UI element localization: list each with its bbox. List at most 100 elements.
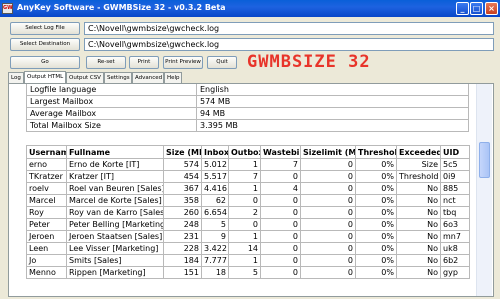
table-cell: Rippen [Marketing] — [66, 266, 164, 279]
table-cell: 0 — [260, 218, 301, 231]
print-button[interactable]: Print — [129, 56, 159, 69]
table-cell: Marcel de Korte [Sales] — [66, 194, 164, 207]
table-cell: 4 — [260, 182, 301, 195]
table-cell: 184 — [163, 254, 202, 267]
table-cell: 0 — [300, 218, 356, 231]
table-cell: Roel van Beuren [Sales] — [66, 182, 164, 195]
table-cell: Menno — [26, 266, 67, 279]
table-cell: 5 — [201, 218, 229, 231]
table-cell: 358 — [163, 194, 202, 207]
summary-value: 94 MB — [196, 107, 469, 120]
column-header[interactable]: Fullname — [66, 145, 164, 159]
column-header[interactable]: Username — [26, 145, 67, 159]
table-cell: Roy — [26, 206, 67, 219]
summary-table: Logfile language English Largest Mailbox… — [26, 84, 469, 132]
table-cell: uk8 — [440, 242, 470, 255]
table-cell: Jeroen — [26, 230, 67, 243]
table-cell: 0 — [260, 266, 301, 279]
mailbox-table: UsernameFullnameSize (MB)InboxOutboxWast… — [26, 145, 470, 279]
summary-value: 574 MB — [196, 95, 469, 108]
column-header[interactable]: Exceeded — [396, 145, 441, 159]
close-button[interactable]: × — [485, 2, 498, 15]
table-cell: 2 — [228, 206, 261, 219]
table-cell: 367 — [163, 182, 202, 195]
table-cell: tbq — [440, 206, 470, 219]
table-cell: No — [396, 254, 441, 267]
column-header[interactable]: UID — [440, 145, 470, 159]
brand-logo: GWMBSIZE 32 — [247, 52, 371, 72]
table-row[interactable]: TKratzer Kratzer [IT] 454 5.517 7 0 0 0% Thresho… — [26, 170, 470, 183]
table-cell: 6b2 — [440, 254, 470, 267]
print-preview-button[interactable]: Print Preview — [163, 56, 203, 69]
table-cell: 231 — [163, 230, 202, 243]
table-cell: 1 — [228, 230, 261, 243]
table-cell: 7.777 — [201, 254, 229, 267]
column-header[interactable]: Inbox — [201, 145, 229, 159]
table-row[interactable]: Peter Peter Belling [Marketing] 248 5 0 0 0 0% N… — [26, 218, 470, 231]
table-cell: 0 — [260, 194, 301, 207]
title-bar: GW AnyKey Software - GWMBSize 32 - v0.3.… — [0, 0, 500, 17]
summary-row: Largest Mailbox 574 MB — [26, 95, 469, 108]
table-cell: 0% — [355, 170, 397, 183]
quit-button[interactable]: Quit — [207, 56, 237, 69]
table-cell: 0 — [260, 254, 301, 267]
column-header[interactable]: Size (MB) — [163, 145, 202, 159]
summary-label: Total Mailbox Size — [26, 119, 197, 132]
destination-path-field[interactable]: C:\Novell\gwmbsize\gwcheck.log — [84, 38, 494, 51]
table-row[interactable]: Menno Rippen [Marketing] 151 18 5 0 0 0% No gyp — [26, 266, 470, 279]
minimize-button[interactable]: _ — [456, 2, 469, 15]
table-cell: 574 — [163, 158, 202, 171]
table-cell: Erno de Korte [IT] — [66, 158, 164, 171]
window-title: AnyKey Software - GWMBSize 32 - v0.3.2 B… — [17, 3, 226, 12]
table-row[interactable]: Jeroen Jeroen Staatsen [Sales] 231 9 1 0 0 0% No… — [26, 230, 470, 243]
table-cell: 1 — [228, 158, 261, 171]
table-cell: No — [396, 182, 441, 195]
table-cell: Peter Belling [Marketing] — [66, 218, 164, 231]
table-row[interactable]: Marcel Marcel de Korte [Sales] 358 62 0 0 0 0% N… — [26, 194, 470, 207]
summary-row: Total Mailbox Size 3.395 MB — [26, 119, 469, 132]
table-cell: Roy van de Karro [Sales] — [66, 206, 164, 219]
table-cell: No — [396, 266, 441, 279]
table-cell: 0% — [355, 206, 397, 219]
select-destination-button[interactable]: Select Destination — [10, 38, 80, 51]
maximize-button[interactable]: □ — [470, 2, 483, 15]
table-cell: 0 — [228, 194, 261, 207]
summary-value: 3.395 MB — [196, 119, 469, 132]
table-cell: Leen — [26, 242, 67, 255]
table-cell: 0 — [260, 230, 301, 243]
reset-button[interactable]: Re-set — [86, 56, 126, 69]
summary-label: Largest Mailbox — [26, 95, 197, 108]
vertical-scrollbar[interactable] — [476, 84, 492, 296]
table-row[interactable]: roelv Roel van Beuren [Sales] 367 4.416 1 4 0 0… — [26, 182, 470, 195]
table-row[interactable]: erno Erno de Korte [IT] 574 5.012 1 7 0 0% Size 5… — [26, 158, 470, 171]
column-header[interactable]: Outbox — [228, 145, 261, 159]
table-cell: Marcel — [26, 194, 67, 207]
go-button[interactable]: Go — [10, 56, 80, 69]
table-cell: 248 — [163, 218, 202, 231]
column-header[interactable]: Sizelimit (MB) — [300, 145, 356, 159]
table-cell: TKratzer — [26, 170, 67, 183]
table-cell: Lee Visser [Marketing] — [66, 242, 164, 255]
log-file-path-field[interactable]: C:\Novell\gwmbsize\gwcheck.log — [84, 22, 494, 35]
table-row[interactable]: Jo Smits [Sales] 184 7.777 1 0 0 0% No 6b2 — [26, 254, 470, 267]
table-row[interactable]: Leen Lee Visser [Marketing] 228 3.422 14 0 0 0%… — [26, 242, 470, 255]
table-cell: Jo — [26, 254, 67, 267]
table-cell: 0 — [300, 230, 356, 243]
table-cell: 228 — [163, 242, 202, 255]
table-cell: 0 — [300, 206, 356, 219]
table-cell: 9 — [201, 230, 229, 243]
table-cell: 3.422 — [201, 242, 229, 255]
column-header[interactable]: Threshold — [355, 145, 397, 159]
select-log-file-button[interactable]: Select Log File — [10, 22, 80, 35]
table-cell: 7 — [260, 158, 301, 171]
column-header[interactable]: Wastebin — [260, 145, 301, 159]
table-row[interactable]: Roy Roy van de Karro [Sales] 260 6.654 2 0 0 0%… — [26, 206, 470, 219]
table-cell: 5.012 — [201, 158, 229, 171]
table-cell: 0% — [355, 182, 397, 195]
table-cell: 0% — [355, 230, 397, 243]
table-cell: 260 — [163, 206, 202, 219]
table-cell: 0i9 — [440, 170, 470, 183]
scrollbar-thumb[interactable] — [479, 142, 490, 178]
table-cell: 5c5 — [440, 158, 470, 171]
table-cell: 885 — [440, 182, 470, 195]
